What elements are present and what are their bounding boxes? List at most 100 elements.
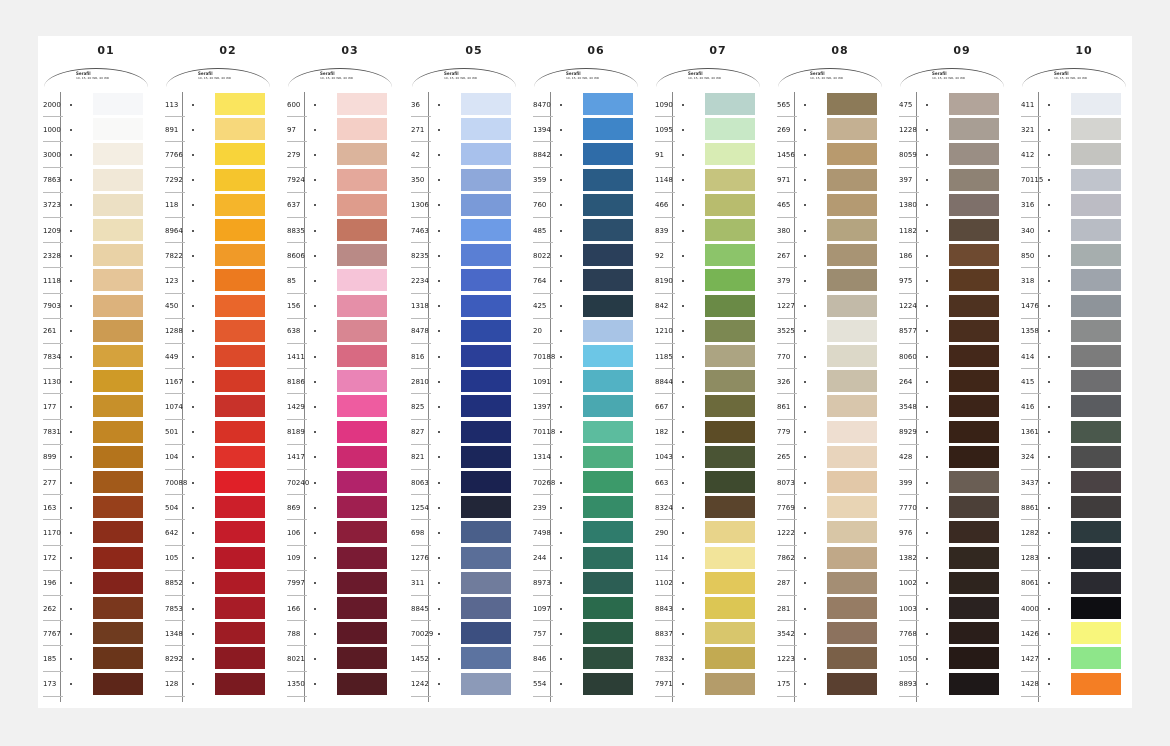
bullet-dot <box>192 683 194 686</box>
swatch-row: 816 <box>407 344 517 370</box>
color-swatch <box>93 496 143 519</box>
swatch-row: 8186 <box>283 369 393 395</box>
bullet-dot <box>682 557 684 560</box>
color-swatch <box>705 521 755 544</box>
color-swatch <box>215 672 265 695</box>
color-swatch <box>583 521 633 544</box>
color-swatch <box>583 571 633 594</box>
bullet-dot <box>682 153 684 156</box>
bullet-dot <box>560 607 562 610</box>
swatch-row: 118 <box>161 193 271 218</box>
bullet-dot <box>926 456 928 459</box>
color-swatch <box>93 622 143 645</box>
color-swatch <box>705 193 755 216</box>
bullet-dot <box>682 506 684 509</box>
bullet-dot <box>560 279 562 282</box>
thread-code: 7463 <box>411 226 429 235</box>
bullet-dot <box>314 557 316 560</box>
color-swatch <box>583 622 633 645</box>
bullet-dot <box>804 179 806 182</box>
bullet-dot <box>926 128 928 131</box>
color-swatch <box>215 93 265 115</box>
color-card-03: 03 Serafil 10, 15, 20 WR, 40 WR 600 97 279 792… <box>282 36 398 708</box>
color-swatch <box>93 93 143 115</box>
thread-code: 565 <box>777 100 791 109</box>
swatch-row: 788 <box>283 621 393 647</box>
thread-code: 8021 <box>287 654 305 663</box>
bullet-dot <box>682 582 684 585</box>
color-swatch <box>705 395 755 418</box>
bullet-dot <box>438 254 440 257</box>
thread-code: 642 <box>165 528 179 537</box>
color-swatch <box>949 244 999 267</box>
swatch-row: 1148 <box>651 168 761 193</box>
thread-code: 1224 <box>899 302 917 311</box>
swatch-row: 324 <box>1017 445 1127 470</box>
color-swatch <box>705 168 755 191</box>
swatch-row: 8063 <box>407 470 517 496</box>
bullet-dot <box>560 431 562 434</box>
bullet-dot <box>438 557 440 560</box>
thread-code: 7971 <box>655 680 673 689</box>
bullet-dot <box>1048 229 1050 232</box>
bullet-dot <box>682 103 684 106</box>
swatch-row: 114 <box>651 546 761 571</box>
swatch-row: 414 <box>1017 344 1127 370</box>
thread-code: 166 <box>287 604 301 613</box>
color-swatch <box>583 597 633 619</box>
bullet-dot <box>438 380 440 383</box>
swatch-row: 3000 <box>39 142 149 168</box>
swatch-row: 1283 <box>1017 546 1127 571</box>
swatch-row: 3723 <box>39 193 149 218</box>
bullet-dot <box>1048 153 1050 156</box>
bullet-dot <box>438 531 440 534</box>
color-swatch <box>461 345 511 367</box>
color-swatch <box>827 244 877 267</box>
swatch-row: 825 <box>407 394 517 420</box>
bullet-dot <box>804 330 806 333</box>
card-title: 05 <box>465 44 483 57</box>
color-swatch <box>949 269 999 292</box>
color-swatch <box>1071 672 1121 695</box>
color-swatch <box>93 319 143 342</box>
color-swatch <box>215 546 265 569</box>
swatch-list: 565 269 1456 971 465 380 267 379 1227 3525 770 326 8… <box>777 92 882 702</box>
swatch-row: 340 <box>1017 218 1127 244</box>
swatch-row: 839 <box>651 218 761 244</box>
color-swatch <box>1071 269 1121 292</box>
color-swatch <box>827 193 877 216</box>
bullet-dot <box>70 355 72 358</box>
thread-code: 8845 <box>411 604 429 613</box>
color-swatch <box>827 471 877 493</box>
bullet-dot <box>804 128 806 131</box>
thread-code: 1397 <box>533 402 551 411</box>
bullet-dot <box>314 657 316 660</box>
color-swatch <box>215 496 265 519</box>
swatch-row: 485 <box>529 218 639 244</box>
bullet-dot <box>682 380 684 383</box>
color-swatch <box>215 622 265 645</box>
color-swatch <box>215 294 265 317</box>
row-divider <box>777 695 797 697</box>
color-swatch <box>827 445 877 468</box>
bullet-dot <box>682 128 684 131</box>
swatch-row: 92 <box>651 243 761 269</box>
bullet-dot <box>192 279 194 282</box>
color-swatch <box>337 420 387 443</box>
swatch-row: 1091 <box>529 369 639 395</box>
color-swatch <box>461 93 511 115</box>
swatch-row: 1222 <box>773 520 883 546</box>
bullet-dot <box>438 683 440 686</box>
bullet-dot <box>314 153 316 156</box>
thread-code: 1394 <box>533 125 551 134</box>
swatch-row: 1095 <box>651 117 761 143</box>
swatch-row: 412 <box>1017 142 1127 168</box>
swatch-row: 380 <box>773 218 883 244</box>
bullet-dot <box>438 456 440 459</box>
bullet-dot <box>804 657 806 660</box>
color-swatch <box>337 193 387 216</box>
color-swatch <box>827 395 877 418</box>
color-swatch <box>949 622 999 645</box>
swatch-row: 411 <box>1017 92 1127 118</box>
bullet-dot <box>926 380 928 383</box>
